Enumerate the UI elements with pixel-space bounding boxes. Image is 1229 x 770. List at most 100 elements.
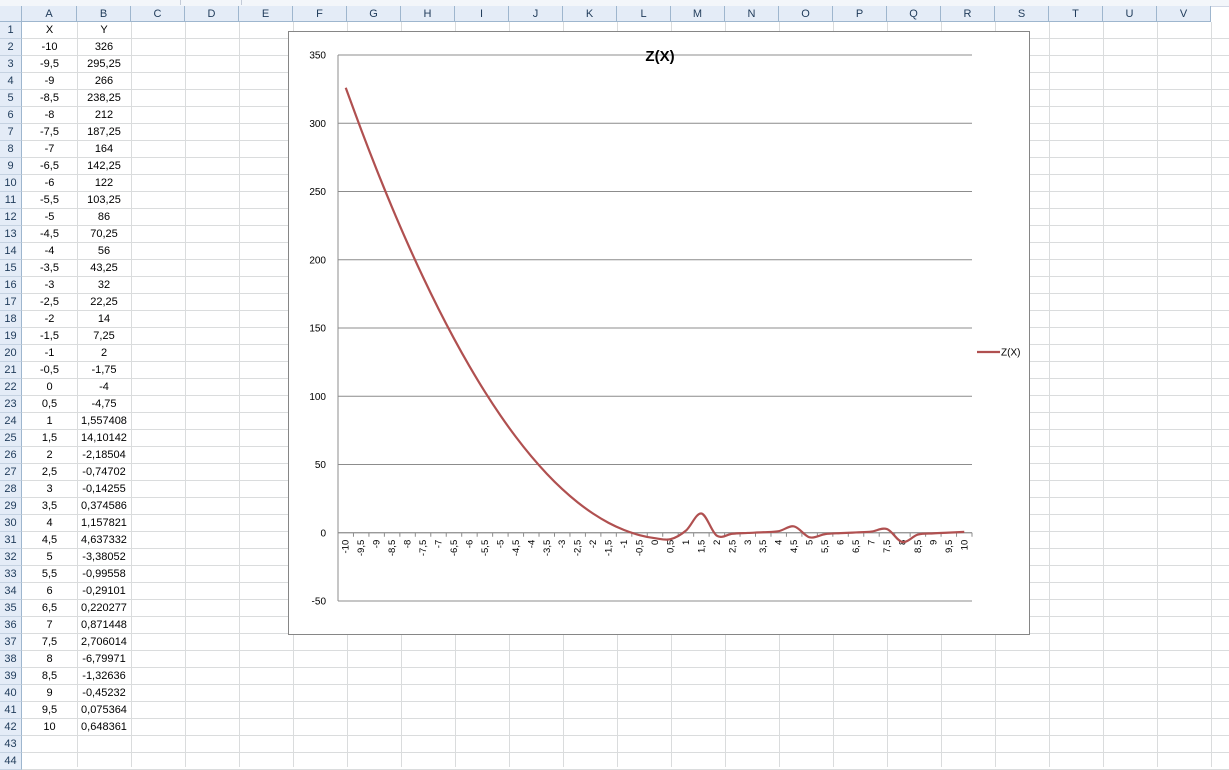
row-header-1[interactable]: 1 [0, 22, 22, 39]
cell-y-value[interactable]: 86 [77, 209, 131, 226]
column-header-l[interactable]: L [617, 6, 671, 22]
row-header-15[interactable]: 15 [0, 260, 22, 277]
cell-x-value[interactable]: 10 [22, 719, 77, 736]
row-header-36[interactable]: 36 [0, 617, 22, 634]
cell-a1-header[interactable]: X [22, 22, 77, 39]
row-header-7[interactable]: 7 [0, 124, 22, 141]
cell-y-value[interactable]: 103,25 [77, 192, 131, 209]
row-header-35[interactable]: 35 [0, 600, 22, 617]
row-header-23[interactable]: 23 [0, 396, 22, 413]
cell-y-value[interactable]: 164 [77, 141, 131, 158]
cell-y-value[interactable]: 56 [77, 243, 131, 260]
cell-x-value[interactable]: 1 [22, 413, 77, 430]
cell-x-value[interactable]: -2,5 [22, 294, 77, 311]
column-header-u[interactable]: U [1103, 6, 1157, 22]
cell-x-value[interactable]: 5 [22, 549, 77, 566]
cell-y-value[interactable]: 7,25 [77, 328, 131, 345]
column-header-i[interactable]: I [455, 6, 509, 22]
row-header-12[interactable]: 12 [0, 209, 22, 226]
line-chart[interactable]: 350300250200150100500-50-10-9,5-9-8,5-8-… [288, 31, 1030, 635]
cell-y-value[interactable]: 295,25 [77, 56, 131, 73]
cell-x-value[interactable]: 6,5 [22, 600, 77, 617]
cell-y-value[interactable]: 32 [77, 277, 131, 294]
cell-y-value[interactable]: 142,25 [77, 158, 131, 175]
cell-y-value[interactable]: -0,99558 [77, 566, 131, 583]
cell-x-value[interactable]: 0,5 [22, 396, 77, 413]
row-header-43[interactable]: 43 [0, 736, 22, 753]
row-header-25[interactable]: 25 [0, 430, 22, 447]
row-header-4[interactable]: 4 [0, 73, 22, 90]
cell-y-value[interactable]: 212 [77, 107, 131, 124]
row-header-42[interactable]: 42 [0, 719, 22, 736]
cell-x-value[interactable]: -9 [22, 73, 77, 90]
cell-y-value[interactable]: 14,10142 [77, 430, 131, 447]
column-header-o[interactable]: O [779, 6, 833, 22]
column-header-q[interactable]: Q [887, 6, 941, 22]
cell-y-value[interactable]: 14 [77, 311, 131, 328]
cell-x-value[interactable]: -9,5 [22, 56, 77, 73]
cell-x-value[interactable]: 5,5 [22, 566, 77, 583]
cell-x-value[interactable]: -10 [22, 39, 77, 56]
column-header-k[interactable]: K [563, 6, 617, 22]
cell-x-value[interactable]: 2 [22, 447, 77, 464]
row-header-37[interactable]: 37 [0, 634, 22, 651]
column-header-m[interactable]: M [671, 6, 725, 22]
row-header-32[interactable]: 32 [0, 549, 22, 566]
row-header-24[interactable]: 24 [0, 413, 22, 430]
row-header-9[interactable]: 9 [0, 158, 22, 175]
cell-y-value[interactable]: 70,25 [77, 226, 131, 243]
cell-x-value[interactable]: -8,5 [22, 90, 77, 107]
row-header-34[interactable]: 34 [0, 583, 22, 600]
column-header-b[interactable]: B [77, 6, 131, 22]
cell-x-value[interactable]: 8,5 [22, 668, 77, 685]
cell-y-value[interactable]: 0,075364 [77, 702, 131, 719]
row-header-38[interactable]: 38 [0, 651, 22, 668]
row-header-30[interactable]: 30 [0, 515, 22, 532]
row-header-8[interactable]: 8 [0, 141, 22, 158]
cell-y-value[interactable]: 43,25 [77, 260, 131, 277]
cell-y-value[interactable]: -1,32636 [77, 668, 131, 685]
cell-x-value[interactable]: -5,5 [22, 192, 77, 209]
row-header-39[interactable]: 39 [0, 668, 22, 685]
cell-y-value[interactable]: 4,637332 [77, 532, 131, 549]
cell-y-value[interactable]: -6,79971 [77, 651, 131, 668]
cell-x-value[interactable]: -0,5 [22, 362, 77, 379]
cell-x-value[interactable]: -3 [22, 277, 77, 294]
row-header-2[interactable]: 2 [0, 39, 22, 56]
cell-x-value[interactable]: 7 [22, 617, 77, 634]
column-header-v[interactable]: V [1157, 6, 1211, 22]
row-header-28[interactable]: 28 [0, 481, 22, 498]
row-header-22[interactable]: 22 [0, 379, 22, 396]
row-header-17[interactable]: 17 [0, 294, 22, 311]
column-header-a[interactable]: A [22, 6, 77, 22]
cell-y-value[interactable]: -0,45232 [77, 685, 131, 702]
column-header-j[interactable]: J [509, 6, 563, 22]
cell-y-value[interactable]: 1,157821 [77, 515, 131, 532]
row-header-3[interactable]: 3 [0, 56, 22, 73]
row-header-18[interactable]: 18 [0, 311, 22, 328]
row-header-31[interactable]: 31 [0, 532, 22, 549]
cell-y-value[interactable]: 1,557408 [77, 413, 131, 430]
row-header-10[interactable]: 10 [0, 175, 22, 192]
row-header-11[interactable]: 11 [0, 192, 22, 209]
cell-y-value[interactable]: -2,18504 [77, 447, 131, 464]
cell-x-value[interactable]: -6 [22, 175, 77, 192]
cell-x-value[interactable]: 4 [22, 515, 77, 532]
cell-y-value[interactable]: 187,25 [77, 124, 131, 141]
column-header-p[interactable]: P [833, 6, 887, 22]
row-header-27[interactable]: 27 [0, 464, 22, 481]
cell-x-value[interactable]: 6 [22, 583, 77, 600]
cell-y-value[interactable]: 238,25 [77, 90, 131, 107]
cell-y-value[interactable]: 0,374586 [77, 498, 131, 515]
cell-x-value[interactable]: -7,5 [22, 124, 77, 141]
cell-x-value[interactable]: -2 [22, 311, 77, 328]
cell-x-value[interactable]: -8 [22, 107, 77, 124]
cell-x-value[interactable]: 2,5 [22, 464, 77, 481]
row-header-6[interactable]: 6 [0, 107, 22, 124]
row-header-5[interactable]: 5 [0, 90, 22, 107]
column-header-d[interactable]: D [185, 6, 239, 22]
cell-x-value[interactable]: 0 [22, 379, 77, 396]
cell-y-value[interactable]: 2 [77, 345, 131, 362]
row-header-40[interactable]: 40 [0, 685, 22, 702]
cell-y-value[interactable]: -0,74702 [77, 464, 131, 481]
